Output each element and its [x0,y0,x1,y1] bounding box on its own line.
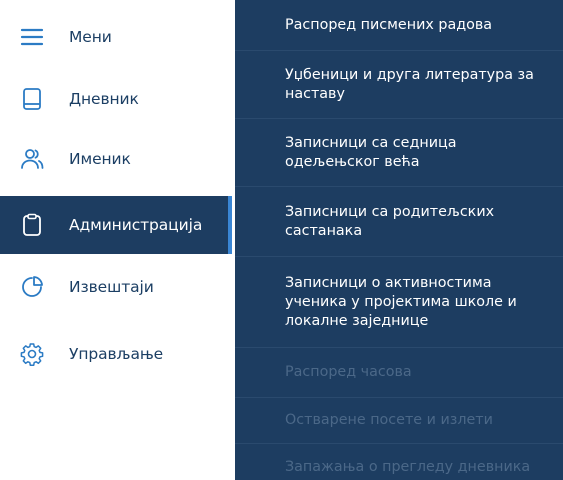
sidebar-item-reports[interactable]: Извештаји [0,258,232,316]
submenu-item-label: Записници о активностима ученика у проје… [285,274,517,329]
sidebar-item-label: Именик [69,150,131,168]
submenu-item-textbooks[interactable]: Уџбеници и друга литература за наставу [235,51,563,119]
sidebar-item-label: Извештаји [69,278,154,296]
sidebar-item-label: Мени [69,28,112,46]
pie-chart-icon [20,275,44,299]
submenu-item-diary-review-notes[interactable]: Запажања о прегледу дневника [235,444,563,480]
clipboard-icon [20,213,44,237]
submenu-item-label: Остварене посете и излети [285,412,493,428]
submenu-item-label: Распоред писмених радова [285,16,493,33]
submenu-item-class-council-minutes[interactable]: Записници са седница одељењског већа [235,119,563,187]
submenu-item-label: Записници са родитељских састанака [285,203,495,239]
submenu-item-student-activity-minutes[interactable]: Записници о активностима ученика у проје… [235,257,563,348]
sidebar: Мени Дневник Именик Администрација Извеш… [0,0,232,480]
sidebar-item-label: Управљање [69,345,164,363]
sidebar-item-administration[interactable]: Администрација [0,196,232,254]
hamburger-menu-icon [20,25,44,49]
submenu-item-visits-and-trips[interactable]: Остварене посете и излети [235,398,563,444]
people-icon [20,147,44,171]
submenu-item-label: Уџбеници и друга литература за наставу [285,66,534,102]
administration-submenu: Распоред писмених радова Уџбеници и друг… [235,0,563,480]
sidebar-item-management[interactable]: Управљање [0,325,232,383]
submenu-item-label: Запажања о прегледу дневника [285,458,531,475]
sidebar-item-menu[interactable]: Мени [0,8,232,66]
gear-icon [20,342,44,366]
sidebar-item-label: Дневник [69,90,139,108]
submenu-item-parent-meeting-minutes[interactable]: Записници са родитељских састанака [235,187,563,257]
submenu-item-written-tests-schedule[interactable]: Распоред писмених радова [235,0,563,51]
submenu-item-timetable[interactable]: Распоред часова [235,348,563,398]
sidebar-item-label: Администрација [69,216,203,234]
submenu-item-label: Записници са седница одељењског већа [285,134,457,170]
book-icon [20,87,44,111]
sidebar-item-directory[interactable]: Именик [0,130,232,188]
sidebar-item-diary[interactable]: Дневник [0,70,232,128]
submenu-item-label: Распоред часова [285,364,412,380]
